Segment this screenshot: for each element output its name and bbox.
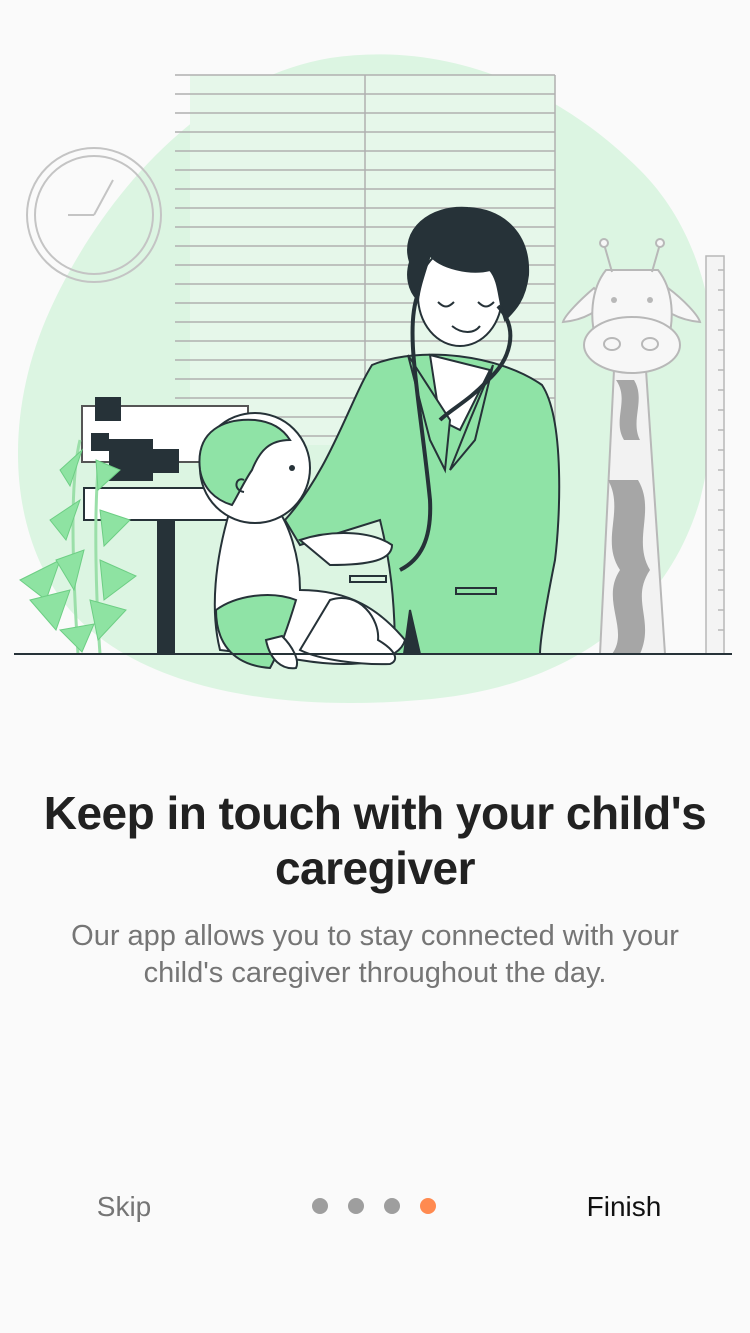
skip-button[interactable]: Skip	[64, 1183, 184, 1231]
finish-button[interactable]: Finish	[560, 1183, 688, 1231]
page-dot-1[interactable]	[312, 1198, 328, 1214]
page-dot-3[interactable]	[384, 1198, 400, 1214]
doctor-examining-baby-illustration	[14, 54, 732, 704]
onboarding-screen: Keep in touch with your child's caregive…	[0, 0, 750, 1333]
onboarding-title: Keep in touch with your child's caregive…	[43, 787, 707, 894]
page-dot-4-active[interactable]	[420, 1198, 436, 1214]
onboarding-subtitle: Our app allows you to stay connected wit…	[71, 920, 679, 989]
page-indicator	[312, 1198, 442, 1214]
height-ruler	[705, 255, 725, 655]
page-dot-2[interactable]	[348, 1198, 364, 1214]
